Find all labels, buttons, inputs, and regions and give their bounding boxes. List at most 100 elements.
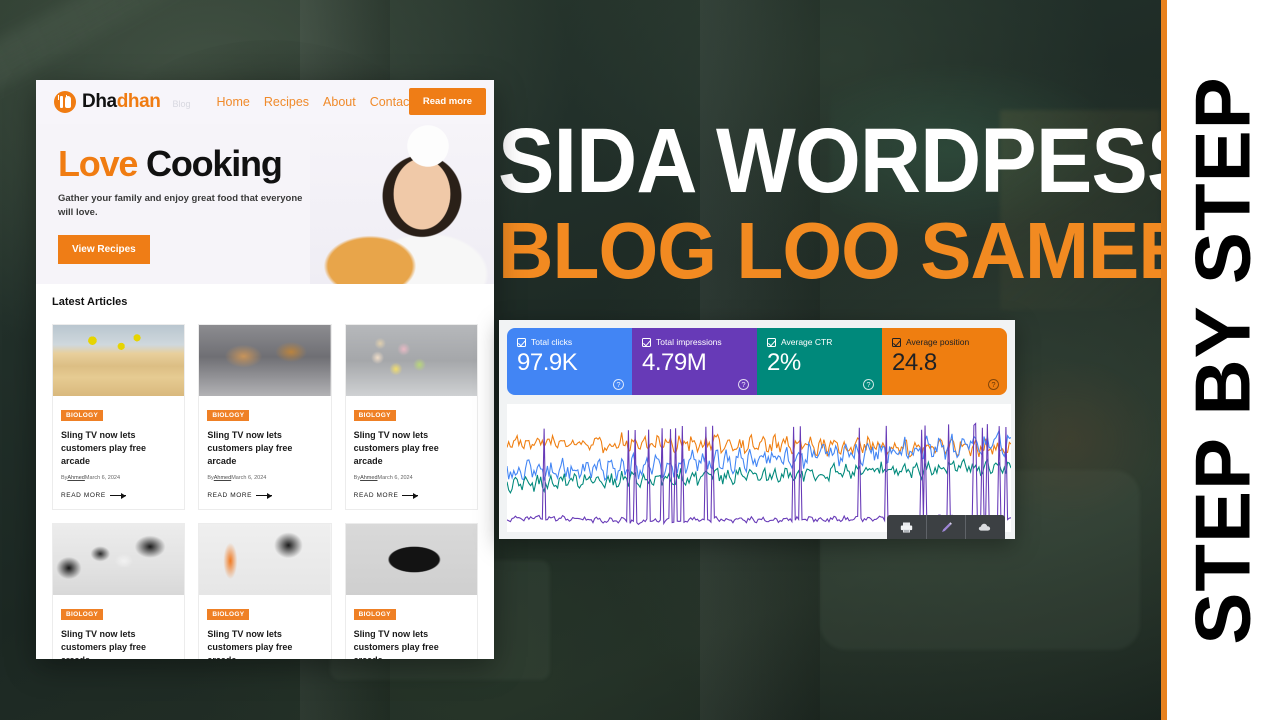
article-body: BIOLOGY Sling TV now lets customers play … — [199, 396, 330, 509]
category-badge[interactable]: BIOLOGY — [61, 410, 104, 421]
metric-value: 4.79M — [642, 349, 707, 376]
pen-icon[interactable] — [927, 515, 967, 539]
checkbox-icon[interactable] — [517, 337, 526, 347]
nav-item-about[interactable]: About — [323, 95, 356, 109]
article-thumbnail — [53, 325, 185, 396]
read-more-link[interactable]: READ MORE — [353, 491, 469, 501]
help-icon[interactable]: ? — [613, 379, 624, 390]
cloud-glyph — [979, 523, 991, 531]
metric-label-row: Average CTR — [767, 337, 872, 347]
metric-value: 24.8 — [892, 349, 937, 376]
performance-chart — [507, 404, 1011, 532]
hero-title-accent: Love — [58, 143, 138, 184]
hero-section: Love Cooking Gather your family and enjo… — [36, 124, 494, 284]
article-body: BIOLOGY Sling TV now lets customers play … — [53, 396, 184, 509]
arrow-right-icon — [402, 491, 419, 501]
article-title[interactable]: Sling TV now lets customers play free ar… — [207, 429, 322, 468]
pen-glyph — [941, 521, 952, 532]
article-card[interactable]: BIOLOGY Sling TV now lets customers play … — [198, 523, 332, 659]
cloud-icon[interactable] — [966, 515, 1005, 539]
article-title[interactable]: Sling TV now lets customers play free ar… — [61, 429, 176, 468]
article-title[interactable]: Sling TV now lets customers play free ar… — [61, 628, 176, 659]
website-mockup: Dhadhan Blog Home Recipes About Contact … — [36, 80, 494, 659]
article-author[interactable]: Ahmed — [67, 475, 84, 481]
read-more-link[interactable]: READ MORE — [61, 491, 176, 501]
checkbox-icon[interactable] — [767, 337, 776, 347]
metric-tiles: Total clicks 97.9K? Total impressions 4.79M… — [499, 320, 1015, 395]
logo-tagline: Blog — [172, 99, 191, 109]
article-card[interactable]: BIOLOGY Sling TV now lets customers play … — [344, 324, 478, 511]
article-card[interactable]: BIOLOGY Sling TV now lets customers play … — [198, 324, 332, 511]
read-more-label: READ MORE — [353, 492, 399, 500]
article-meta: ByAhmedMarch 6, 2024 — [354, 475, 469, 481]
chart-series-total-clicks — [507, 428, 1011, 482]
checkbox-icon[interactable] — [892, 337, 901, 347]
article-card[interactable]: BIOLOGY Sling TV now lets customers play … — [52, 324, 186, 511]
arrow-right-icon — [256, 491, 273, 501]
side-banner-text: STEP BY STEP — [1179, 75, 1268, 645]
logo-text-dark: Dha — [82, 91, 117, 112]
article-grid: BIOLOGY Sling TV now lets customers play … — [52, 324, 478, 659]
checkbox-icon[interactable] — [642, 337, 651, 347]
headline-line-2: BLOG LOO SAMEEYO — [498, 206, 1280, 296]
header-read-more-button[interactable]: Read more — [408, 88, 486, 115]
nav-item-home[interactable]: Home — [217, 95, 250, 109]
article-thumbnail — [53, 524, 185, 596]
article-card[interactable]: BIOLOGY Sling TV now lets customers play … — [52, 523, 186, 659]
category-badge[interactable]: BIOLOGY — [207, 410, 250, 421]
article-author[interactable]: Ahmed — [214, 475, 231, 481]
hero-chef-photo — [310, 124, 494, 284]
metric-tile[interactable]: Total impressions 4.79M? — [632, 328, 757, 395]
help-icon[interactable]: ? — [738, 379, 749, 390]
metric-label-row: Average position — [892, 337, 997, 347]
article-thumbnail — [345, 524, 477, 596]
chart-svg — [507, 422, 1011, 526]
printer-glyph — [900, 522, 913, 532]
site-navigation: Home Recipes About Contact — [217, 95, 413, 109]
logo-text: Dhadhan — [82, 91, 161, 113]
category-badge[interactable]: BIOLOGY — [353, 609, 396, 621]
floating-toolbar[interactable] — [887, 515, 1005, 539]
side-banner: STEP BY STEP — [1167, 0, 1280, 720]
help-icon[interactable]: ? — [863, 379, 874, 390]
latest-articles-section: Latest Articles BIOLOGY Sling TV now lets… — [36, 284, 494, 659]
site-header: Dhadhan Blog Home Recipes About Contact … — [36, 80, 494, 124]
metric-value: 2% — [767, 349, 801, 376]
metric-tile[interactable]: Average position 24.8? — [882, 328, 1007, 395]
metric-tile[interactable]: Average CTR 2%? — [757, 328, 882, 395]
category-badge[interactable]: BIOLOGY — [353, 410, 396, 421]
logo-text-accent: dhan — [116, 91, 161, 112]
headline-block: SIDA WORDPESS BLOG LOO SAMEEYO — [498, 110, 1280, 296]
category-badge[interactable]: BIOLOGY — [61, 609, 104, 621]
metric-tile[interactable]: Total clicks 97.9K? — [507, 328, 632, 395]
hero-title-dark: Cooking — [146, 143, 283, 184]
nav-item-contact[interactable]: Contact — [370, 95, 413, 109]
article-title[interactable]: Sling TV now lets customers play free ar… — [207, 628, 322, 659]
view-recipes-button[interactable]: View Recipes — [58, 234, 150, 264]
article-meta: ByAhmedMarch 6, 2024 — [207, 475, 322, 481]
help-icon[interactable]: ? — [988, 379, 999, 390]
chart-series-total-impressions — [507, 432, 1011, 458]
printer-icon[interactable] — [887, 515, 927, 539]
metric-label-row: Total clicks — [517, 337, 622, 347]
headline-line-1: SIDA WORDPESS — [498, 110, 1203, 212]
article-body: BIOLOGY Sling TV now lets customers play … — [346, 396, 477, 509]
metric-label-row: Total impressions — [642, 337, 747, 347]
article-author[interactable]: Ahmed — [360, 475, 377, 481]
hero-subtitle: Gather your family and enjoy great food … — [58, 193, 303, 219]
metric-label: Average position — [906, 337, 970, 347]
article-date: March 6, 2024 — [377, 475, 413, 482]
site-logo[interactable]: Dhadhan Blog — [54, 91, 191, 113]
article-thumbnail — [345, 325, 477, 396]
latest-articles-heading: Latest Articles — [52, 296, 128, 308]
article-title[interactable]: Sling TV now lets customers play free ar… — [354, 628, 469, 659]
metric-value: 97.9K — [517, 349, 578, 376]
article-title[interactable]: Sling TV now lets customers play free ar… — [354, 429, 469, 468]
category-badge[interactable]: BIOLOGY — [207, 609, 250, 621]
article-date: March 6, 2024 — [231, 475, 267, 482]
article-card[interactable]: BIOLOGY Sling TV now lets customers play … — [344, 523, 478, 659]
arrow-right-icon — [109, 491, 126, 501]
nav-item-recipes[interactable]: Recipes — [264, 95, 309, 109]
read-more-link[interactable]: READ MORE — [207, 491, 322, 501]
fork-spoon-icon — [54, 91, 76, 113]
